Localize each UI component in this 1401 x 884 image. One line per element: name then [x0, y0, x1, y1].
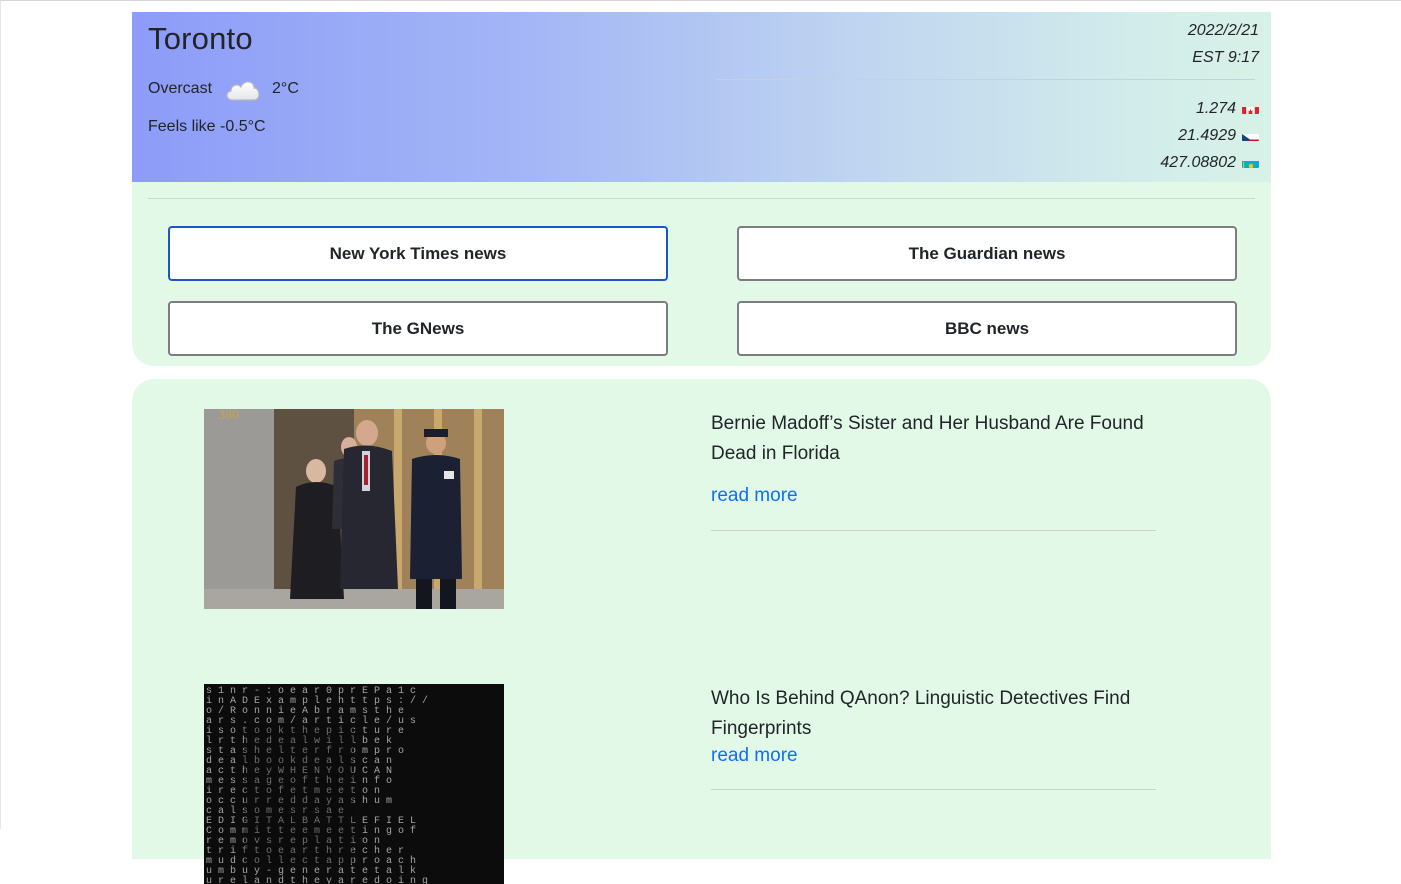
rate-value: 1.274 [1195, 99, 1236, 117]
cloud-icon [224, 76, 262, 102]
svg-text:u r e l a n d t h e y a r e: u r e l a n d t h e y a r e d o i n g [206, 875, 428, 884]
czech-flag-icon [1242, 130, 1259, 141]
temperature: 2°C [272, 80, 299, 97]
article-title[interactable]: Bernie Madoff’s Sister and Her Husband A… [711, 409, 1161, 469]
rate-row: 427.08802 [1160, 149, 1259, 176]
article-title[interactable]: Who Is Behind QAnon? Linguistic Detectiv… [711, 684, 1161, 744]
weather-condition-row: Overcast 2°C [148, 76, 299, 102]
svg-text:380: 380 [218, 409, 239, 423]
rate-value: 427.08802 [1160, 153, 1236, 171]
city-name: Toronto [148, 21, 253, 56]
news-list: 380 Bernie Madoff’s Sister and Her Husba… [132, 379, 1271, 884]
canada-flag-icon [1242, 103, 1259, 114]
kazakhstan-flag-icon [1242, 157, 1259, 168]
guardian-news-button[interactable]: The Guardian news [737, 226, 1237, 281]
rate-row: 1.274 [1160, 95, 1259, 122]
divider [716, 79, 1255, 80]
divider [711, 530, 1156, 531]
date: 2022/2/21 [1187, 21, 1259, 39]
weather-panel: Toronto Overcast 2°C Feels like -0.5°C 2… [132, 12, 1271, 182]
read-more-link[interactable]: read more [711, 485, 798, 507]
article-thumbnail[interactable]: s 1 n r - : o e a r 0 p r E P a 1 c i n … [204, 684, 504, 884]
divider [148, 198, 1255, 199]
weather-condition: Overcast [148, 80, 213, 97]
bbc-news-button[interactable]: BBC news [737, 301, 1237, 356]
time: EST 9:17 [1192, 48, 1259, 66]
date-time: 2022/2/21 EST 9:17 [1188, 17, 1259, 71]
rate-value: 21.4929 [1178, 126, 1236, 144]
read-more-link[interactable]: read more [711, 745, 798, 767]
header-card: Toronto Overcast 2°C Feels like -0.5°C 2… [132, 12, 1271, 366]
rate-row: 21.4929 [1160, 122, 1259, 149]
article-thumbnail[interactable]: 380 [204, 409, 504, 609]
gnews-button[interactable]: The GNews [168, 301, 668, 356]
divider [711, 789, 1156, 790]
exchange-rates: 1.274 21.4929 427.08802 [1160, 95, 1259, 176]
feels-like: Feels like -0.5°C [148, 118, 266, 135]
nyt-news-button[interactable]: New York Times news [168, 226, 668, 281]
